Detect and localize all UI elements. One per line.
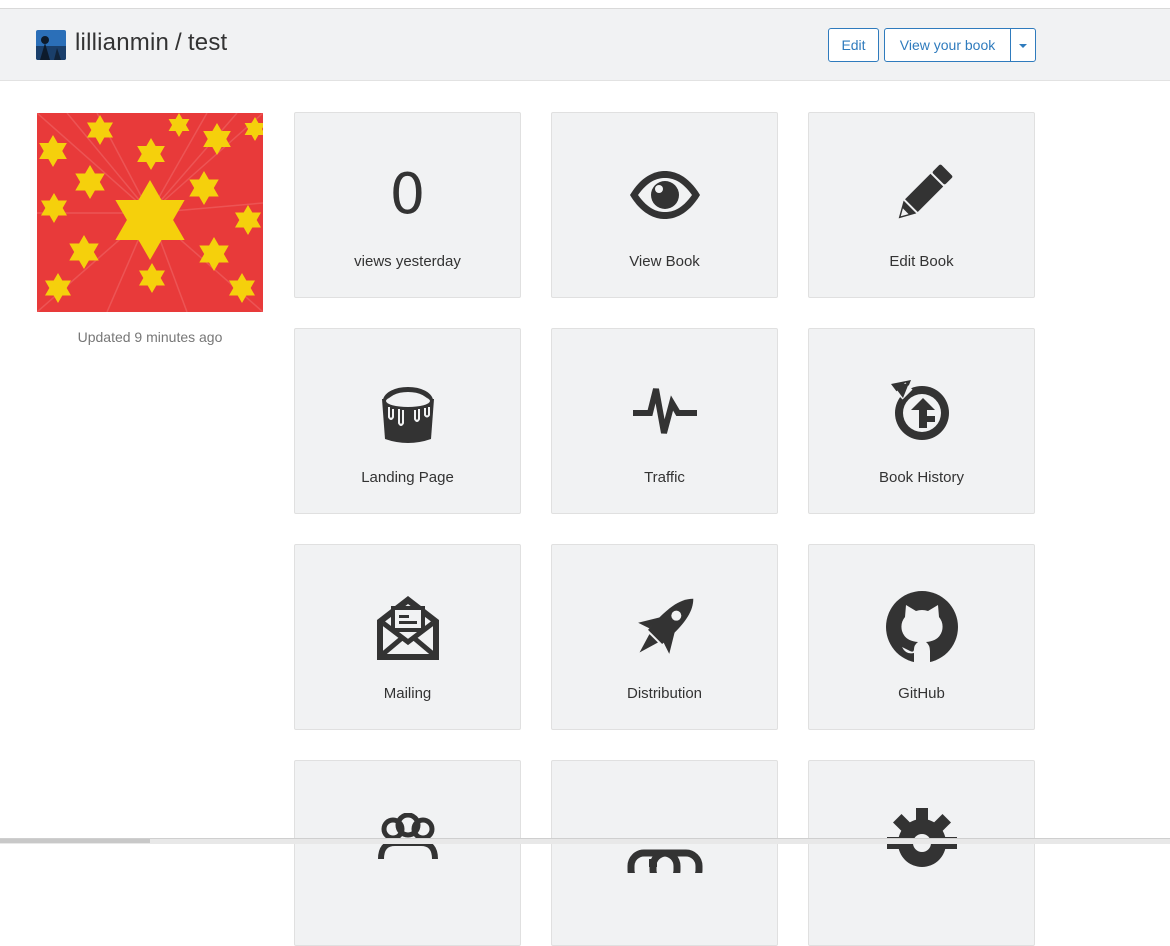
envelope-icon (376, 596, 439, 660)
paint-bucket-icon (381, 387, 434, 443)
tile-label: Landing Page (361, 469, 454, 486)
page-title: lillianmin / test (75, 29, 227, 57)
tile-mailing[interactable]: Mailing (294, 544, 521, 730)
tile-label: Edit Book (889, 253, 954, 270)
views-count: 0 (389, 162, 426, 227)
book-cover-image[interactable] (37, 113, 263, 312)
tile-landing-page[interactable]: Landing Page (294, 328, 521, 514)
tile-distribution[interactable]: Distribution (551, 544, 778, 730)
top-edge (0, 0, 1170, 8)
view-options-dropdown-button[interactable] (1010, 28, 1036, 62)
view-your-book-button[interactable]: View your book (884, 28, 1011, 62)
tile-edit-book[interactable]: Edit Book (808, 112, 1035, 298)
tile-book-history[interactable]: Book History (808, 328, 1035, 514)
avatar[interactable] (36, 30, 66, 60)
book-name[interactable]: test (188, 29, 227, 56)
tile-money[interactable] (551, 760, 778, 946)
tile-label: views yesterday (354, 253, 461, 270)
tile-label: View Book (629, 253, 700, 270)
horizontal-scrollbar-thumb[interactable] (0, 839, 150, 843)
horizontal-scrollbar-track[interactable] (0, 838, 1170, 844)
title-separator: / (175, 29, 182, 56)
tile-label: Book History (878, 469, 965, 486)
tile-label: Distribution (626, 685, 703, 702)
edit-button[interactable]: Edit (828, 28, 879, 62)
rocket-icon (637, 598, 693, 654)
tile-views-yesterday[interactable]: 0 views yesterday (294, 112, 521, 298)
github-icon (885, 591, 958, 663)
header-bar: lillianmin / test Edit View your book (0, 8, 1170, 81)
tile-label: Mailing (383, 685, 432, 702)
updated-timestamp: Updated 9 minutes ago (77, 329, 223, 345)
caret-down-icon (1019, 44, 1027, 49)
eye-icon (629, 171, 700, 219)
tile-label: GitHub (898, 685, 945, 702)
tile-github[interactable]: GitHub (808, 544, 1035, 730)
tile-view-book[interactable]: View Book (551, 112, 778, 298)
pencil-icon (898, 164, 952, 219)
tile-traffic[interactable]: Traffic (551, 328, 778, 514)
tile-settings[interactable] (808, 760, 1035, 946)
history-icon (890, 380, 949, 440)
pulse-icon (632, 388, 697, 434)
tile-label: Traffic (644, 469, 685, 486)
owner-name[interactable]: lillianmin (75, 29, 169, 56)
tile-people[interactable] (294, 760, 521, 946)
